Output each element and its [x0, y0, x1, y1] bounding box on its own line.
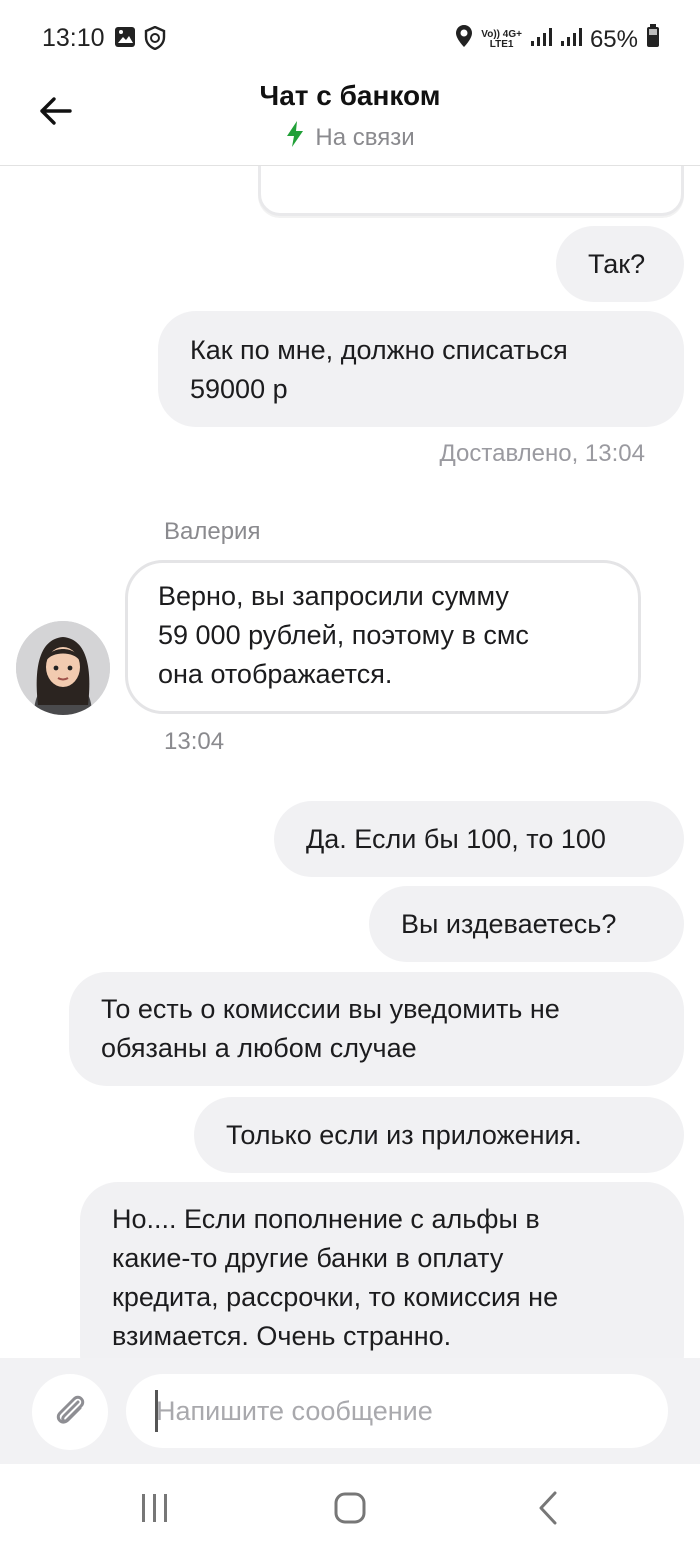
- agent-name: Валерия: [164, 518, 261, 545]
- system-back-button[interactable]: [518, 1490, 578, 1530]
- outgoing-message: То есть о комиссии вы уведомить не обяза…: [69, 972, 684, 1086]
- network-indicator: Vo)) 4G+ LTE1: [481, 28, 522, 50]
- outgoing-message: Да. Если бы 100, то 100: [274, 801, 684, 877]
- status-bar: 13:10 Vo)) 4G+ LTE1 65%: [0, 0, 700, 78]
- page-title: Чат с банком: [259, 80, 441, 111]
- message-input[interactable]: [126, 1374, 668, 1448]
- message-card-partial: [258, 166, 684, 216]
- battery-percent: 65%: [589, 25, 638, 53]
- paperclip-icon: [50, 1390, 90, 1435]
- system-nav-bar: [0, 1464, 700, 1556]
- message-time: 13:04: [164, 728, 225, 755]
- home-button[interactable]: [320, 1490, 380, 1530]
- home-icon: [333, 1491, 367, 1530]
- outgoing-message: Вы издеваетесь?: [369, 886, 684, 962]
- text-caret: [155, 1390, 158, 1432]
- incoming-message: Верно, вы запросили сумму 59 000 рублей,…: [125, 560, 641, 714]
- status-text: На связи: [315, 123, 415, 151]
- outgoing-message: Только если из приложения.: [194, 1097, 684, 1173]
- recent-apps-icon: [139, 1493, 171, 1528]
- chat-messages[interactable]: Так? Как по мне, должно списаться 59000 …: [0, 166, 700, 1358]
- signal-icon: [530, 26, 552, 54]
- shield-icon: [144, 25, 166, 55]
- signal-icon: [560, 26, 582, 54]
- recent-apps-button[interactable]: [125, 1490, 185, 1530]
- avatar: [16, 621, 110, 715]
- outgoing-message: Так?: [556, 226, 684, 302]
- attach-button[interactable]: [32, 1374, 108, 1450]
- outgoing-message: Как по мне, должно списаться 59000 р: [158, 311, 684, 427]
- chat-header: Чат с банком На связи: [0, 78, 700, 166]
- delivery-status: Доставлено, 13:04: [439, 440, 646, 467]
- location-icon: [455, 24, 473, 55]
- back-icon: [537, 1491, 559, 1530]
- lightning-icon: [285, 120, 305, 155]
- image-icon: [114, 26, 136, 55]
- battery-icon: [646, 24, 660, 55]
- message-composer: [0, 1358, 700, 1464]
- status-time: 13:10: [42, 24, 105, 52]
- outgoing-message: Но.... Если пополнение с альфы в какие-т…: [80, 1182, 684, 1358]
- connection-status: На связи: [0, 120, 700, 155]
